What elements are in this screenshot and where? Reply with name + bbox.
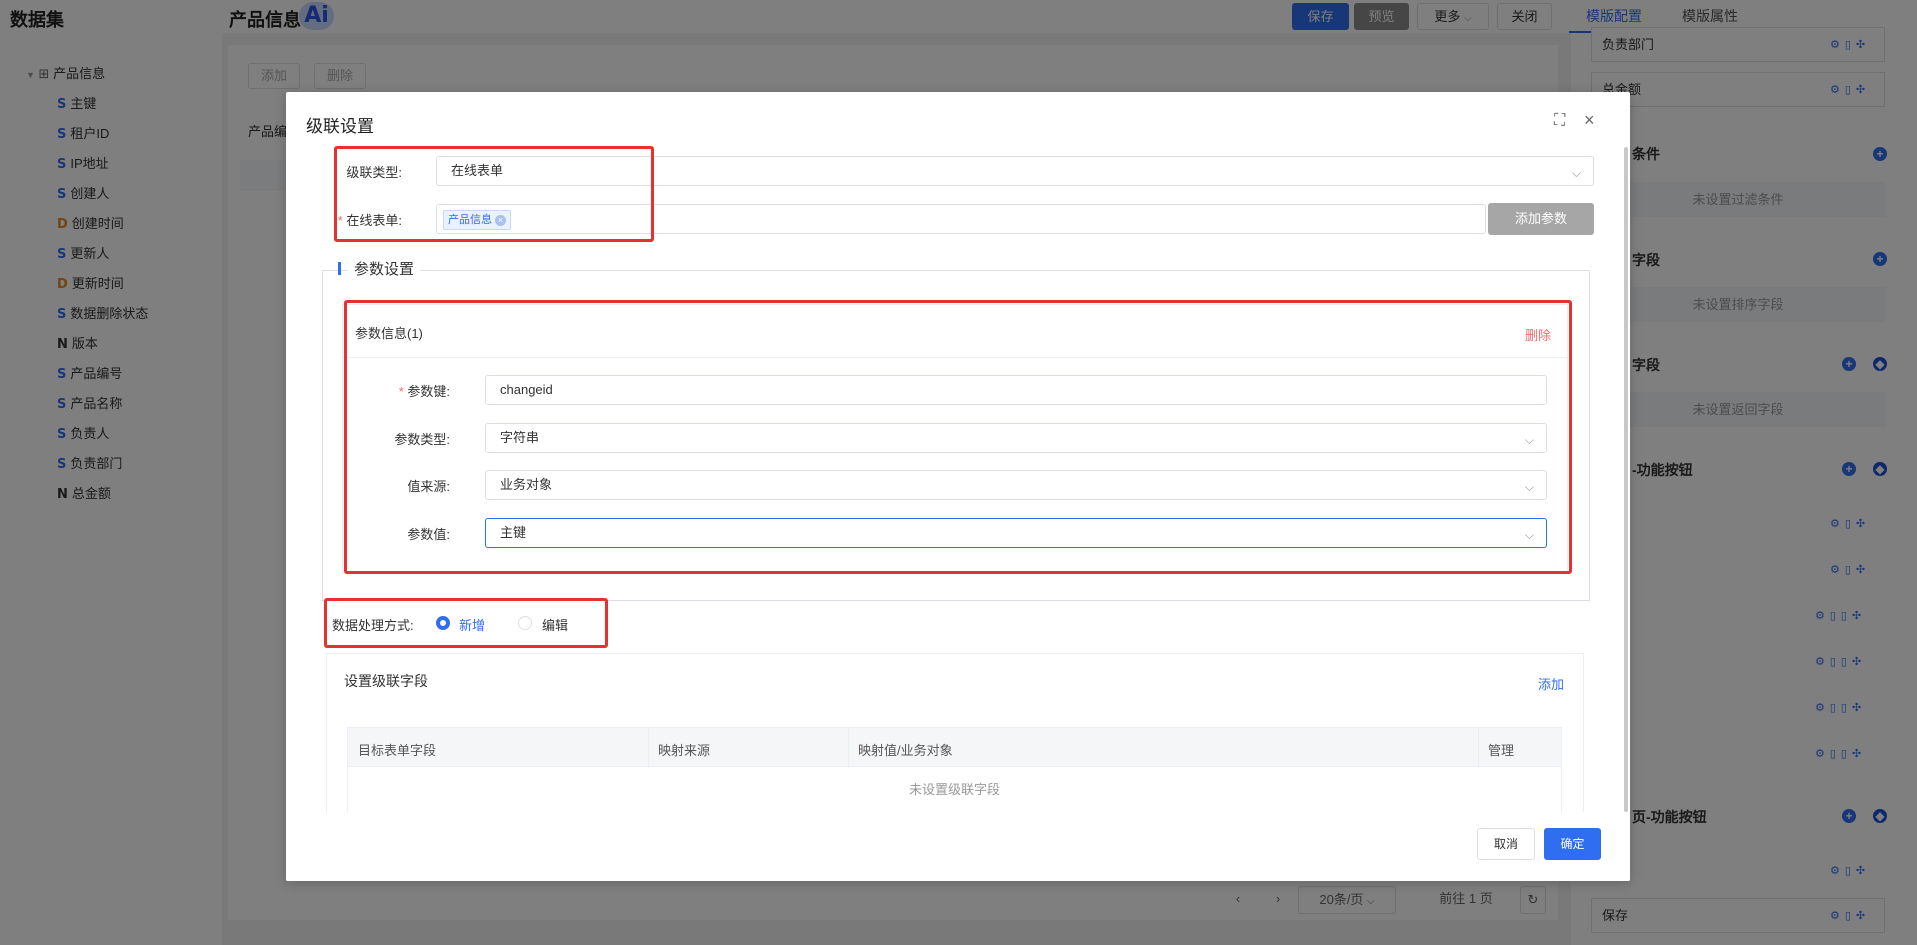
confirm-button[interactable]: 确定 <box>1544 828 1601 860</box>
cascade-fields-title: 设置级联字段 <box>344 673 428 689</box>
cascade-fields-add-link[interactable]: 添加 <box>1538 674 1564 693</box>
column-divider <box>1478 728 1479 768</box>
chevron-down-icon: ⌵ <box>1571 166 1581 180</box>
column-header: 映射来源 <box>658 743 711 758</box>
cascade-fields-table-header: 目标表单字段 映射来源 映射值/业务对象 管理 <box>347 727 1562 768</box>
cascade-settings-dialog: 级联设置 ⛶ × 级联类型: 在线表单 ⌵ * 在线表单: 产品信息 × 添加参数 … <box>286 92 1630 881</box>
cancel-button[interactable]: 取消 <box>1477 828 1535 860</box>
highlight-box <box>324 598 608 648</box>
close-icon[interactable]: × <box>1584 110 1595 131</box>
add-param-button[interactable]: 添加参数 <box>1488 203 1594 235</box>
column-header: 映射值/业务对象 <box>858 743 953 758</box>
legend-accent <box>338 262 341 275</box>
highlight-box <box>334 146 654 242</box>
column-divider <box>848 728 849 768</box>
table-empty-text: 未设置级联字段 <box>908 782 1000 797</box>
param-settings-title: 参数设置 <box>348 258 421 279</box>
dialog-scrollbar[interactable] <box>1624 147 1628 812</box>
dialog-title: 级联设置 <box>306 117 374 136</box>
dialog-footer <box>286 812 1630 881</box>
column-divider <box>648 728 649 768</box>
highlight-box <box>344 300 1572 574</box>
column-header: 管理 <box>1488 743 1515 758</box>
column-header: 目标表单字段 <box>358 743 437 758</box>
fullscreen-icon[interactable]: ⛶ <box>1554 112 1565 130</box>
